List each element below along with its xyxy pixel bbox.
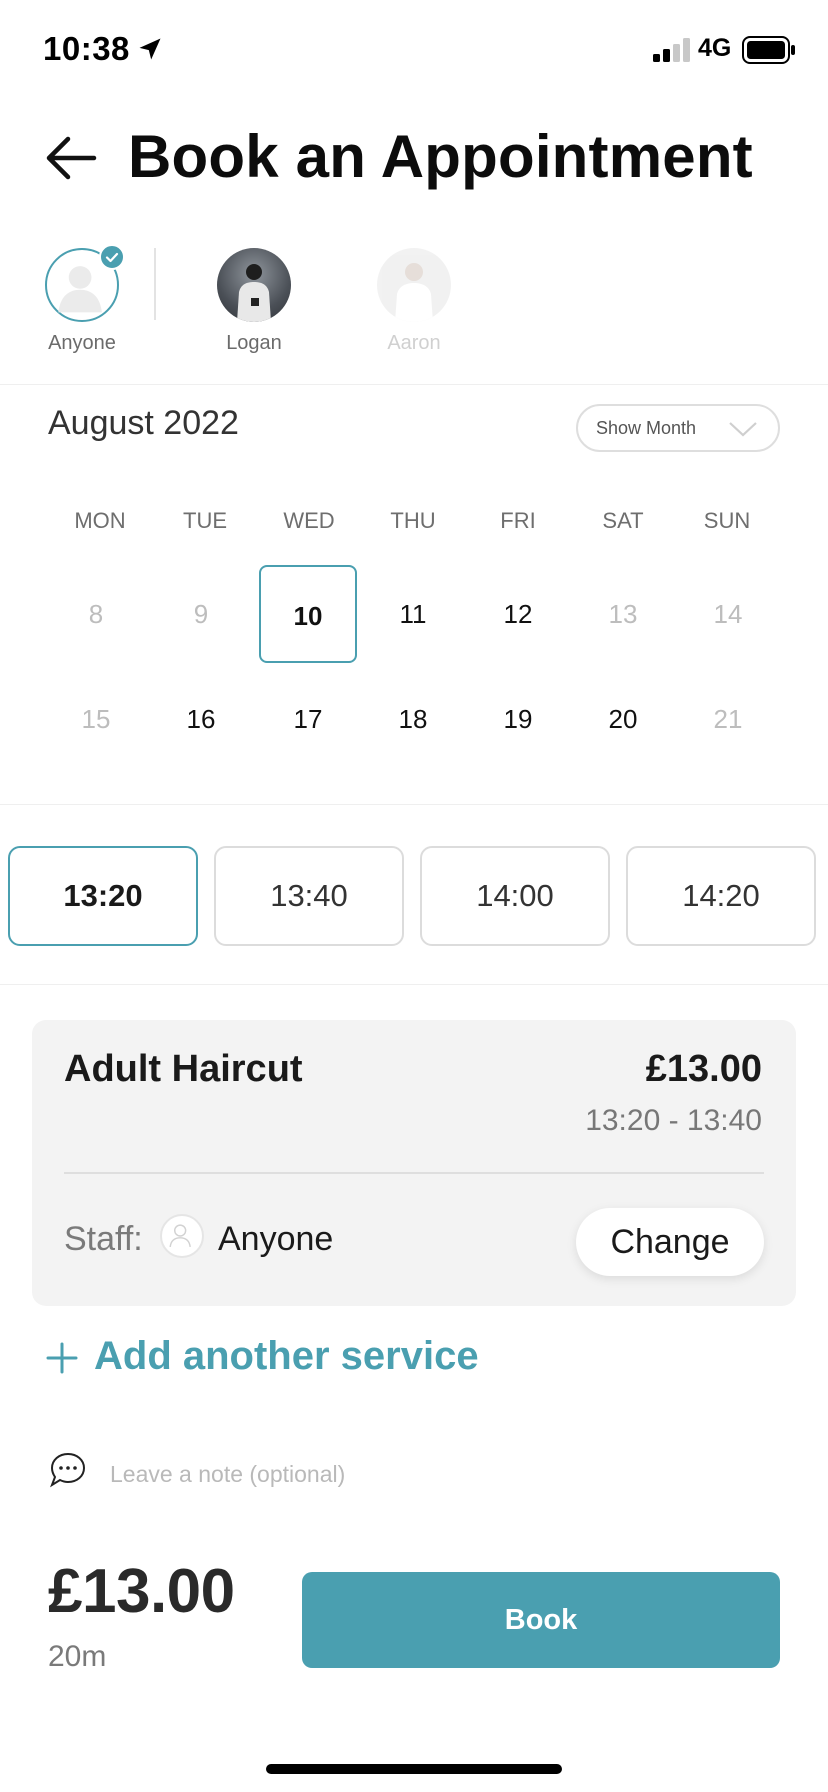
staff-option-logan[interactable]: Logan xyxy=(194,240,314,355)
weekday-label: TUE xyxy=(183,508,227,533)
plus-icon xyxy=(46,1342,78,1374)
show-month-label: Show Month xyxy=(596,418,697,438)
month-label: August 2022 xyxy=(48,404,239,442)
chevron-down-icon xyxy=(729,422,757,437)
add-service-label: Add another service xyxy=(94,1334,479,1378)
person-photo-icon xyxy=(395,263,433,322)
staff-value: Anyone xyxy=(218,1220,334,1258)
staff-name: Aaron xyxy=(387,332,441,354)
status-bar: 10:38 4G xyxy=(0,0,828,100)
calendar-day: 21 xyxy=(713,704,743,734)
weekday-label: MON xyxy=(74,508,126,533)
staff-selector: Anyone Logan Aaron xyxy=(0,240,828,360)
weekday-label: THU xyxy=(390,508,436,533)
note-input[interactable] xyxy=(110,1456,710,1492)
calendar-day[interactable]: 17 xyxy=(259,670,357,768)
calendar-day[interactable]: 19 xyxy=(469,670,567,768)
divider xyxy=(0,804,828,805)
weekday-label: SAT xyxy=(602,508,644,533)
calendar-day[interactable]: 11 xyxy=(364,565,462,663)
calendar-day[interactable]: 12 xyxy=(469,565,567,663)
home-indicator xyxy=(266,1764,562,1774)
book-button[interactable]: Book xyxy=(302,1572,780,1668)
divider xyxy=(64,1172,764,1174)
staff-avatar-icon xyxy=(160,1214,204,1258)
battery-icon xyxy=(742,36,795,64)
staff-name: Logan xyxy=(226,332,282,354)
total-price: £13.00 xyxy=(48,1557,235,1626)
staff-option-anyone[interactable]: Anyone xyxy=(22,240,142,355)
avatar xyxy=(217,248,291,322)
calendar-day: 9 xyxy=(193,599,209,629)
location-arrow-icon xyxy=(139,38,161,60)
calendar-day: 14 xyxy=(713,599,743,629)
divider xyxy=(154,248,156,320)
avatar xyxy=(45,244,125,322)
person-photo-icon xyxy=(237,264,271,322)
weekday-label: SUN xyxy=(703,508,751,533)
staff-option-aaron[interactable]: Aaron xyxy=(354,240,474,355)
calendar-day[interactable]: 16 xyxy=(152,670,250,768)
check-icon xyxy=(99,244,125,270)
time-slot-selected[interactable]: 13:20 xyxy=(8,846,198,946)
calendar-day[interactable]: 18 xyxy=(364,670,462,768)
divider xyxy=(0,384,828,385)
service-time-range: 13:20 - 13:40 xyxy=(585,1104,762,1137)
avatar xyxy=(377,248,451,322)
time-slot[interactable]: 14:20 xyxy=(626,846,816,946)
staff-name: Anyone xyxy=(48,332,116,354)
calendar-day: 13 xyxy=(608,599,638,629)
network-type: 4G xyxy=(698,34,732,62)
service-name: Adult Haircut xyxy=(64,1048,303,1090)
chat-bubble-icon xyxy=(50,1452,86,1488)
calendar-day: 15 xyxy=(81,704,111,734)
service-price: £13.00 xyxy=(645,1048,762,1090)
divider xyxy=(0,984,828,985)
staff-label: Staff: xyxy=(64,1220,143,1258)
time-slot[interactable]: 14:00 xyxy=(420,846,610,946)
service-card: Adult Haircut £13.00 13:20 - 13:40 Staff… xyxy=(32,1020,796,1306)
page-title: Book an Appointment xyxy=(128,123,753,190)
cellular-signal-icon xyxy=(653,38,690,62)
status-time: 10:38 xyxy=(43,30,130,67)
show-month-dropdown[interactable]: Show Month xyxy=(576,404,780,452)
calendar-day[interactable]: 20 xyxy=(574,670,672,768)
time-slot[interactable]: 13:40 xyxy=(214,846,404,946)
calendar-day: 8 xyxy=(88,599,104,629)
calendar-day-selected[interactable]: 10 xyxy=(259,565,357,663)
total-duration: 20m xyxy=(48,1640,107,1673)
back-arrow-icon[interactable] xyxy=(44,134,98,182)
weekday-label: WED xyxy=(283,508,335,533)
weekday-label: FRI xyxy=(500,508,536,533)
change-staff-button[interactable]: Change xyxy=(576,1208,764,1276)
